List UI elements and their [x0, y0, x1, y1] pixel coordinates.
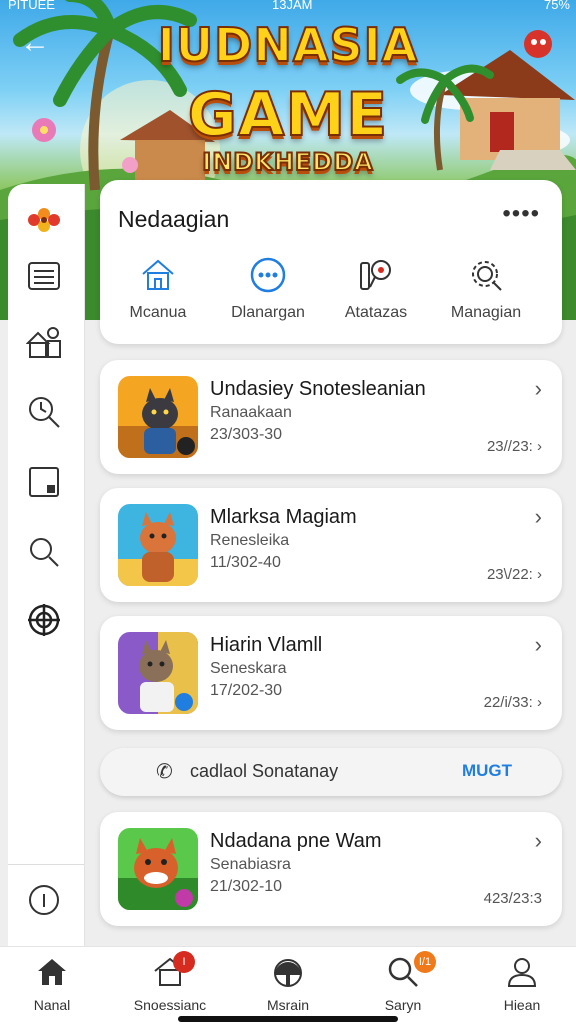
nav-item-chat[interactable]: Dlanargan	[214, 254, 322, 322]
game-date: 17/202-30	[210, 682, 283, 699]
game-title: Mlarksa Magiam	[210, 506, 357, 528]
nav-item-tools[interactable]: Atatazas	[322, 254, 430, 322]
status-bar: PITUEE 13JAM 75%	[0, 0, 576, 16]
sidebar-divider	[8, 864, 84, 865]
tab-profile[interactable]: Hiean	[467, 955, 576, 1013]
game-stat: 423/23:3	[483, 890, 542, 907]
logo-title-line3: INDKHEDDA	[201, 147, 374, 177]
tools-icon	[322, 254, 430, 296]
game-card[interactable]: Ndadana pne Wam Senabiasra 21/302-10 › 4…	[100, 812, 562, 926]
search-icon: I/1	[348, 951, 458, 989]
nav-item-label: Dlanargan	[231, 304, 305, 321]
frame-icon[interactable]	[26, 464, 62, 500]
user-icon	[467, 955, 576, 989]
tab-label: Snoessianc	[133, 997, 207, 1013]
chevron-right-icon: ›	[534, 504, 542, 529]
sidebar	[8, 184, 84, 946]
game-stat: 22/i/33: ›	[483, 694, 542, 711]
house-outline-icon: I	[115, 951, 225, 989]
bottom-tab-bar: Nanal I Snoessianc Msrain I/1 Saryn Hiea…	[0, 946, 576, 1024]
game-date: 21/302-10	[210, 878, 283, 895]
nav-item-label: Mcanua	[129, 304, 187, 321]
more-options-icon[interactable]: ••••	[502, 200, 540, 228]
helmet-icon	[233, 955, 343, 989]
search-icon[interactable]	[26, 534, 62, 570]
game-thumbnail	[118, 828, 198, 910]
notification-badge: I/1	[414, 951, 436, 973]
logo-title-line2: GAME	[187, 79, 389, 151]
game-subtitle: Seneskara	[210, 660, 287, 677]
chevron-right-icon: ›	[534, 828, 542, 853]
game-title: Undasiey Snotesleanian	[210, 378, 426, 400]
nav-item-label: Managian	[450, 304, 522, 321]
clock-label: 13JAM	[272, 0, 313, 12]
target-icon[interactable]	[26, 602, 62, 638]
battery-label: 75%	[543, 0, 570, 12]
shapes-icon[interactable]	[26, 324, 62, 360]
game-thumbnail	[118, 504, 198, 586]
tab-sessions[interactable]: I Snoessianc	[115, 951, 225, 1013]
game-stat: 23//23: ›	[486, 438, 542, 455]
game-date: 23/303-30	[210, 426, 283, 443]
chat-dots-icon	[214, 254, 322, 296]
list-icon[interactable]	[26, 258, 62, 294]
game-title: Hiarin Vlamll	[210, 634, 323, 656]
home-icon	[0, 955, 107, 989]
tab-msrain[interactable]: Msrain	[233, 955, 343, 1013]
game-thumbnail	[118, 632, 198, 714]
tab-label: Hiean	[503, 997, 541, 1013]
gear-icon	[432, 254, 540, 296]
chevron-right-icon: ›	[534, 376, 542, 401]
contact-bar[interactable]: ✆ cadlaol Sonatanay MUGT	[100, 748, 562, 796]
game-stat: 23\/22: ›	[486, 566, 542, 583]
game-subtitle: Ranaakaan	[210, 404, 292, 421]
navigation-card-title: Nedaagian	[118, 206, 230, 232]
logo-title-line1: IUDNASIA	[157, 17, 419, 73]
tab-label: Msrain	[266, 997, 309, 1013]
game-card[interactable]: Hiarin Vlamll Seneskara 17/202-30 › 22/i…	[100, 616, 562, 730]
carrier-label: PITUEE	[8, 0, 55, 12]
flower-logo-icon[interactable]	[26, 202, 62, 238]
game-date: 11/302-40	[210, 554, 281, 571]
nav-item-label: Atatazas	[344, 304, 408, 321]
navigation-card: Nedaagian •••• Mcanua Dlanargan Atatazas	[100, 180, 562, 344]
chevron-right-icon: ›	[534, 632, 542, 657]
game-thumbnail	[118, 376, 198, 458]
tab-label: Nanal	[33, 997, 71, 1013]
game-stat-value: 22/i/33:	[483, 694, 533, 711]
notification-badge: I	[173, 951, 195, 973]
game-stat-value: 23\/22:	[486, 566, 533, 583]
tab-search[interactable]: I/1 Saryn	[348, 951, 458, 1013]
home-icon	[104, 254, 212, 296]
nav-item-settings[interactable]: Managian	[432, 254, 540, 322]
game-subtitle: Renesleika	[210, 532, 290, 549]
tab-label: Saryn	[384, 997, 422, 1013]
game-subtitle: Senabiasra	[210, 856, 291, 873]
phone-icon: ✆	[156, 761, 173, 783]
home-indicator[interactable]	[178, 1016, 398, 1022]
info-icon[interactable]	[26, 882, 62, 918]
game-stat-value: 23//23:	[486, 438, 533, 455]
game-card[interactable]: Mlarksa Magiam Renesleika 11/302-40 › 23…	[100, 488, 562, 602]
tab-home[interactable]: Nanal	[0, 955, 107, 1013]
game-card[interactable]: Undasiey Snotesleanian Ranaakaan 23/303-…	[100, 360, 562, 474]
search-clock-icon[interactable]	[26, 394, 62, 430]
contact-action-button[interactable]: MUGT	[462, 761, 512, 781]
contact-text: cadlaol Sonatanay	[190, 761, 339, 781]
nav-item-home[interactable]: Mcanua	[104, 254, 212, 322]
game-title: Ndadana pne Wam	[210, 830, 382, 852]
